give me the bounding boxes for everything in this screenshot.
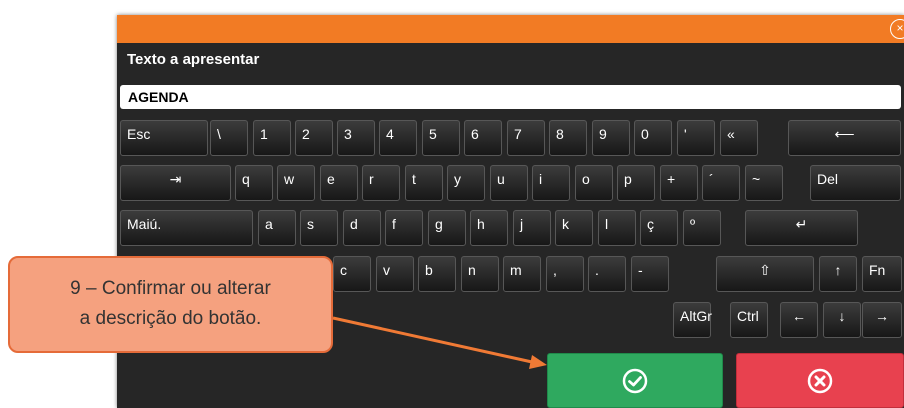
callout-line-2: a descrição do botão. [79,308,262,329]
annotation-callout: 9 – Confirmar ou alterar a descrição do … [8,256,333,353]
callout-line-1: 9 – Confirmar ou alterar [70,278,271,299]
